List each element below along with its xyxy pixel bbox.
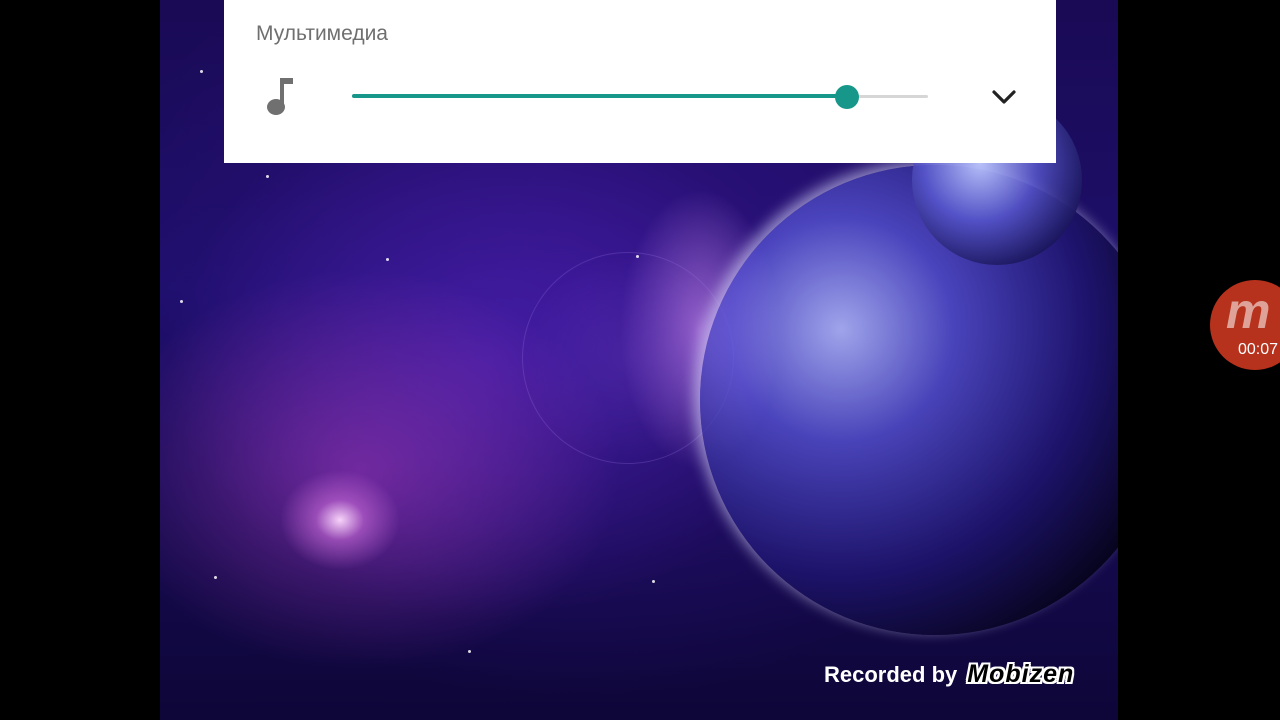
- panel-title: Мультимедиа: [256, 22, 388, 45]
- screen-recording-frame: Мультимедиа m 00:07 Recorded by Mobizen: [0, 0, 1280, 720]
- recording-timer: 00:07: [1238, 341, 1279, 358]
- star: [468, 650, 471, 653]
- recorder-bubble[interactable]: m 00:07: [1210, 280, 1280, 370]
- expand-button[interactable]: [984, 80, 1024, 114]
- star: [386, 258, 389, 261]
- volume-slider-fill: [352, 94, 847, 98]
- star: [214, 576, 217, 579]
- volume-panel: Мультимедиа: [224, 0, 1056, 163]
- music-note-icon-svg: [267, 78, 293, 115]
- star: [180, 300, 183, 303]
- volume-slider-thumb[interactable]: [835, 85, 859, 109]
- star: [652, 580, 655, 583]
- recording-watermark: Recorded by Mobizen: [824, 660, 1074, 689]
- watermark-text: Recorded by: [824, 661, 958, 687]
- star: [266, 175, 269, 178]
- star: [200, 70, 203, 73]
- recorder-logo: m: [1226, 283, 1271, 339]
- watermark-brand-logo: Mobizen: [967, 660, 1075, 688]
- chevron-down-icon: [992, 90, 1016, 104]
- music-note-icon[interactable]: [266, 76, 296, 118]
- volume-slider[interactable]: [352, 82, 928, 112]
- star: [636, 255, 639, 258]
